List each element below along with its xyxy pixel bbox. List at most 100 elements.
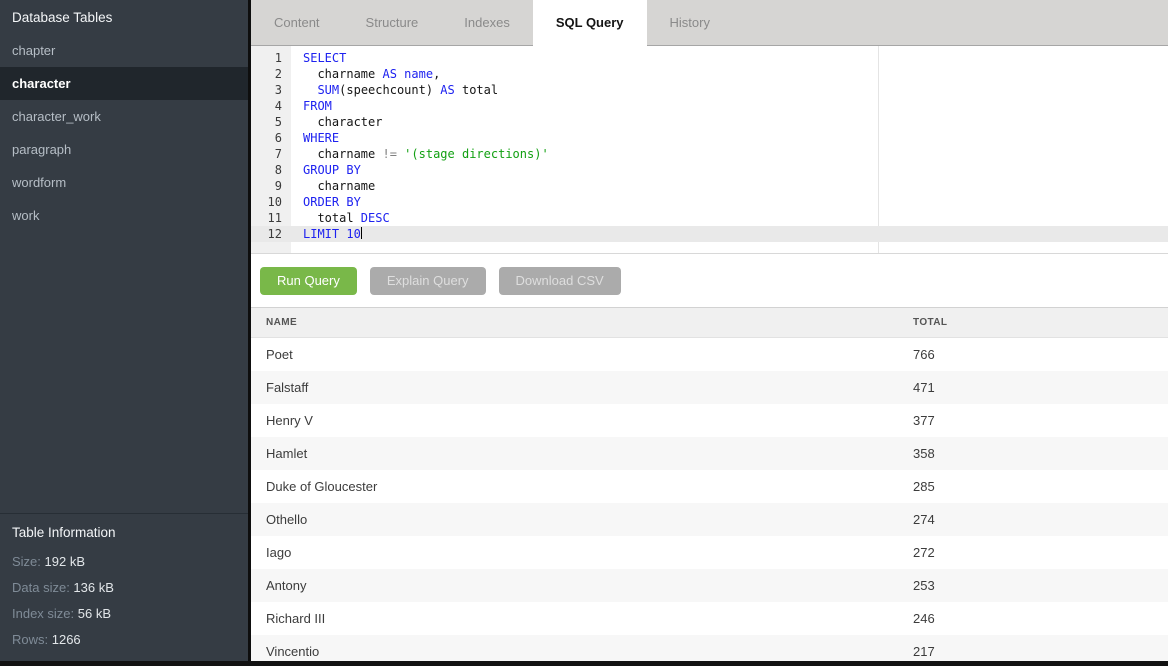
sql-token-kw: name (404, 67, 433, 81)
info-value: 192 kB (45, 554, 85, 569)
line-number: 2 (251, 66, 291, 82)
tab-content[interactable]: Content (251, 0, 343, 45)
line-number: 6 (251, 130, 291, 146)
tab-structure[interactable]: Structure (343, 0, 442, 45)
sql-token-op: != (382, 147, 396, 161)
code-text: charname (291, 178, 375, 194)
code-text: charname AS name, (291, 66, 440, 82)
sql-token-str: '(stage directions)' (404, 147, 549, 161)
code-lines: 1SELECT2 charname AS name,3 SUM(speechco… (251, 46, 1168, 242)
sql-token-kw: GROUP BY (303, 163, 361, 177)
sql-token-pl: (speechcount) (339, 83, 440, 97)
code-line: 7 charname != '(stage directions)' (251, 146, 1168, 162)
run-query-button[interactable]: Run Query (260, 267, 357, 295)
table-row[interactable]: Othello274 (251, 503, 1168, 536)
sql-token-kw: LIMIT (303, 227, 339, 241)
cell-name: Falstaff (251, 371, 913, 404)
sidebar: Database Tables chaptercharactercharacte… (0, 0, 251, 666)
sql-editor[interactable]: 1SELECT2 charname AS name,3 SUM(speechco… (251, 46, 1168, 254)
query-results: NAMETOTAL Poet766Falstaff471Henry V377Ha… (251, 307, 1168, 666)
cell-total: 272 (913, 536, 1168, 569)
table-row[interactable]: Poet766 (251, 338, 1168, 371)
code-line: 3 SUM(speechcount) AS total (251, 82, 1168, 98)
code-line: 10 ORDER BY (251, 194, 1168, 210)
table-info-row: Index size: 56 kB (12, 606, 236, 621)
sql-token-kw: AS (382, 67, 396, 81)
cell-total: 471 (913, 371, 1168, 404)
info-value: 136 kB (73, 580, 113, 595)
sql-token-pl: , (433, 67, 440, 81)
info-label: Rows: (12, 632, 52, 647)
table-info-row: Rows: 1266 (12, 632, 236, 647)
app-window: Database Tables chaptercharactercharacte… (0, 0, 1168, 666)
sql-token-pl: character (303, 115, 382, 129)
code-line: 5 character (251, 114, 1168, 130)
cell-total: 274 (913, 503, 1168, 536)
line-number: 8 (251, 162, 291, 178)
cell-name: Antony (251, 569, 913, 602)
download-csv-button[interactable]: Download CSV (499, 267, 621, 295)
code-text: WHERE (291, 130, 339, 146)
tab-history[interactable]: History (647, 0, 733, 45)
table-row[interactable]: Henry V377 (251, 404, 1168, 437)
window-bottom-edge (0, 661, 1168, 666)
code-line: 12LIMIT 10 (251, 226, 1168, 242)
line-number: 7 (251, 146, 291, 162)
sidebar-item-paragraph[interactable]: paragraph (0, 133, 248, 166)
sidebar-spacer (0, 232, 248, 513)
sidebar-item-character-work[interactable]: character_work (0, 100, 248, 133)
table-row[interactable]: Antony253 (251, 569, 1168, 602)
table-row[interactable]: Duke of Gloucester285 (251, 470, 1168, 503)
sidebar-header: Database Tables (0, 0, 248, 34)
sidebar-item-chapter[interactable]: chapter (0, 34, 248, 67)
info-value: 56 kB (78, 606, 111, 621)
table-row[interactable]: Hamlet358 (251, 437, 1168, 470)
tab-bar: ContentStructureIndexesSQL QueryHistory (251, 0, 1168, 46)
code-text: character (291, 114, 382, 130)
line-number: 10 (251, 194, 291, 210)
code-text: SELECT (291, 50, 346, 66)
info-label: Index size: (12, 606, 78, 621)
cell-name: Richard III (251, 602, 913, 635)
tab-sql-query[interactable]: SQL Query (533, 0, 647, 46)
sidebar-item-character[interactable]: character (0, 67, 248, 100)
table-information-header: Table Information (12, 525, 236, 540)
sql-token-kw: WHERE (303, 131, 339, 145)
sidebar-item-wordform[interactable]: wordform (0, 166, 248, 199)
sidebar-item-work[interactable]: work (0, 199, 248, 232)
table-row[interactable]: Richard III246 (251, 602, 1168, 635)
code-text: GROUP BY (291, 162, 361, 178)
sql-token-kw: SELECT (303, 51, 346, 65)
table-info-row: Size: 192 kB (12, 554, 236, 569)
sql-token-kw: DESC (361, 211, 390, 225)
explain-query-button[interactable]: Explain Query (370, 267, 486, 295)
sql-token-num: 10 (346, 227, 360, 241)
sql-token-kw: ORDER BY (303, 195, 361, 209)
info-label: Size: (12, 554, 45, 569)
column-header-name: NAME (251, 308, 913, 338)
sql-token-kw: AS (440, 83, 454, 97)
cell-total: 377 (913, 404, 1168, 437)
sql-token-pl (303, 83, 317, 97)
info-value: 1266 (52, 632, 81, 647)
code-line: 8 GROUP BY (251, 162, 1168, 178)
results-header-row: NAMETOTAL (251, 307, 1168, 338)
line-number: 9 (251, 178, 291, 194)
sql-token-pl: total (303, 211, 361, 225)
tab-indexes[interactable]: Indexes (441, 0, 533, 45)
code-text: LIMIT 10 (291, 226, 362, 242)
code-line: 11 total DESC (251, 210, 1168, 226)
cell-name: Iago (251, 536, 913, 569)
cell-total: 253 (913, 569, 1168, 602)
column-header-total: TOTAL (913, 308, 1168, 338)
sql-token-kw: SUM (317, 83, 339, 97)
sql-token-pl: total (455, 83, 498, 97)
table-list: chaptercharactercharacter_workparagraphw… (0, 34, 248, 232)
table-row[interactable]: Falstaff471 (251, 371, 1168, 404)
cell-name: Othello (251, 503, 913, 536)
main-panel: ContentStructureIndexesSQL QueryHistory … (251, 0, 1168, 666)
table-row[interactable]: Iago272 (251, 536, 1168, 569)
cell-name: Hamlet (251, 437, 913, 470)
cell-name: Henry V (251, 404, 913, 437)
line-number: 4 (251, 98, 291, 114)
